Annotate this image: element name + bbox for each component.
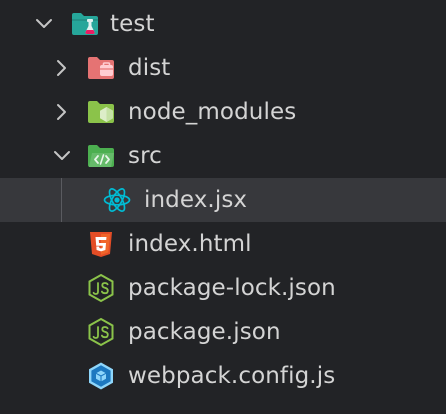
tree-item-webpack-config-js[interactable]: webpack.config.js <box>0 354 446 398</box>
tree-item-src[interactable]: src <box>0 134 446 178</box>
folder-test-icon <box>72 13 98 35</box>
tree-item-label: package.json <box>128 319 281 345</box>
folder-dist-icon <box>88 57 114 79</box>
indent-guide <box>61 178 62 222</box>
react-icon <box>103 188 131 212</box>
tree-item-label: webpack.config.js <box>128 363 336 389</box>
chevron-right-icon[interactable] <box>52 58 72 78</box>
chevron-right-icon[interactable] <box>52 102 72 122</box>
nodejs-icon <box>88 317 114 347</box>
tree-item-label: dist <box>128 55 171 81</box>
tree-item-label: src <box>128 143 162 169</box>
chevron-down-icon[interactable] <box>52 146 72 166</box>
html5-icon <box>90 232 112 257</box>
tree-item-index-html[interactable]: index.html <box>0 222 446 266</box>
file-explorer-tree: test dist node_modules src index.jsx ind… <box>0 0 446 414</box>
tree-item-label: index.jsx <box>144 187 248 213</box>
tree-item-label: node_modules <box>128 99 297 125</box>
tree-item-node-modules[interactable]: node_modules <box>0 90 446 134</box>
nodejs-icon <box>88 273 114 303</box>
tree-item-test[interactable]: test <box>0 2 446 46</box>
chevron-down-icon[interactable] <box>34 14 54 34</box>
tree-item-package-json[interactable]: package.json <box>0 310 446 354</box>
tree-item-label: test <box>110 11 155 37</box>
tree-item-dist[interactable]: dist <box>0 46 446 90</box>
tree-item-label: package-lock.json <box>128 275 336 301</box>
folder-node-icon <box>88 101 114 123</box>
webpack-icon <box>89 362 113 390</box>
folder-src-icon <box>88 145 114 167</box>
tree-item-package-lock-json[interactable]: package-lock.json <box>0 266 446 310</box>
tree-item-label: index.html <box>128 231 252 257</box>
tree-item-index-jsx[interactable]: index.jsx <box>0 178 446 222</box>
